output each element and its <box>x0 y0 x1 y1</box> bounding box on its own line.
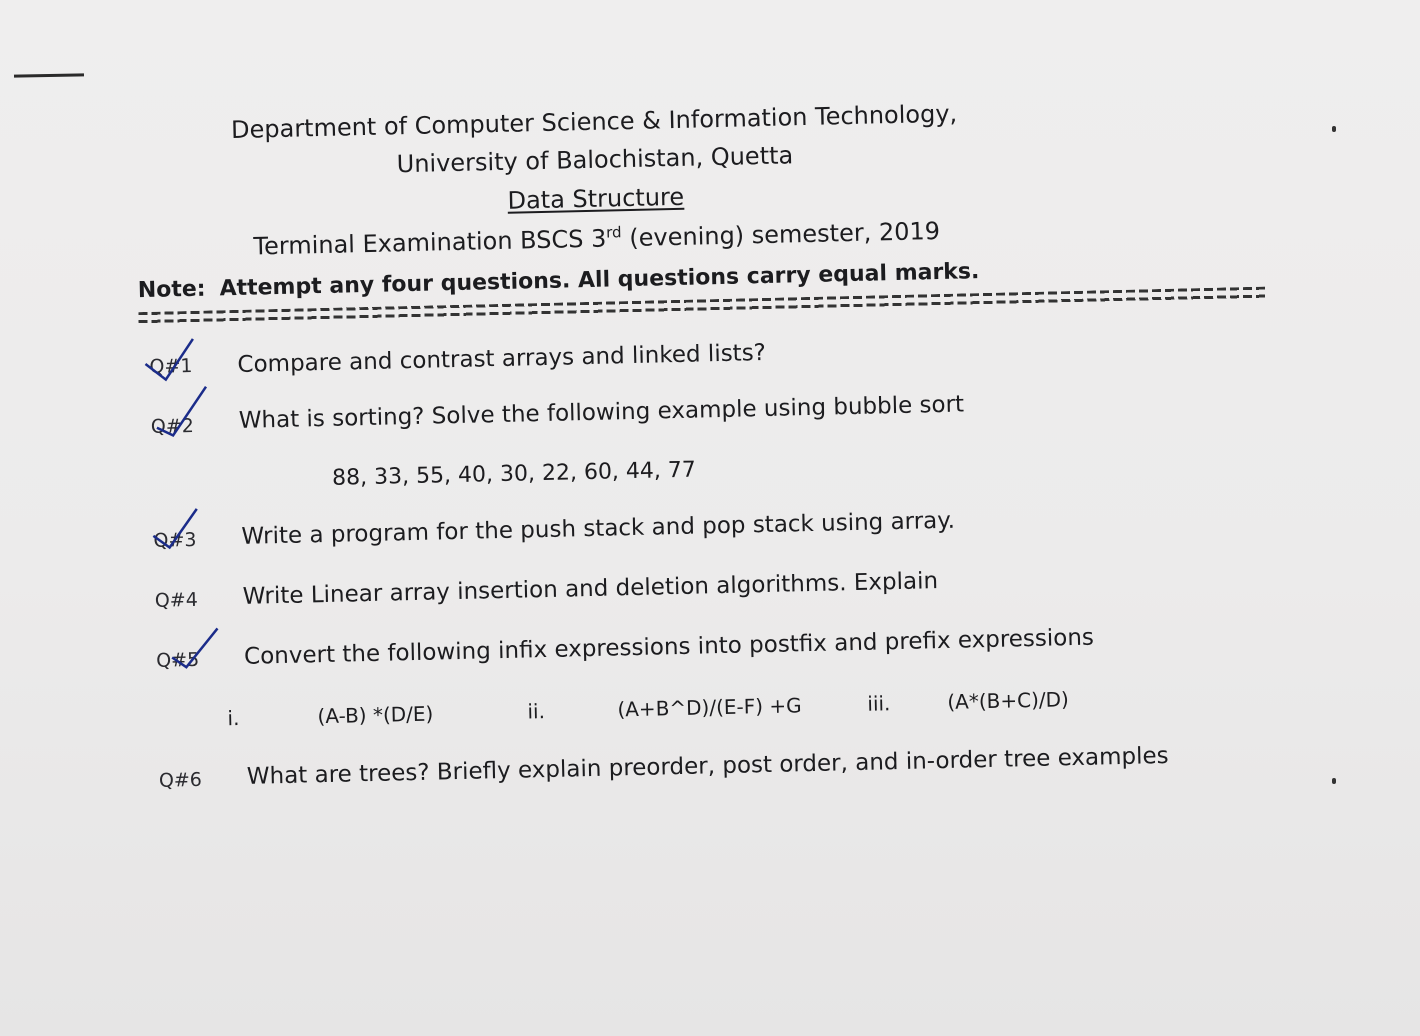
question-text: Write Linear array insertion and deletio… <box>242 568 939 610</box>
question-text: Write a program for the push stack and p… <box>241 507 956 550</box>
question-number: Q#3 <box>153 528 197 552</box>
question-text: What are trees? Briefly explain preorder… <box>246 742 1169 790</box>
question-number: Q#4 <box>154 588 199 612</box>
question-number: Q#2 <box>150 414 195 438</box>
question-text: What is sorting? Solve the following exa… <box>238 391 965 434</box>
exam-prefix: Terminal Examination BSCS 3 <box>253 224 607 261</box>
paper-background: Department of Computer Science & Informa… <box>0 0 1420 1036</box>
ink-speck <box>1332 778 1336 784</box>
question-number: Q#6 <box>158 768 203 792</box>
margin-mark <box>13 73 85 78</box>
infix-expression: (A*(B+C)/D) <box>947 687 1070 714</box>
expression-label: i. <box>227 705 240 731</box>
sort-sequence: 88, 33, 55, 40, 30, 22, 60, 44, 77 <box>331 457 697 491</box>
note-label: Note: <box>137 276 206 304</box>
infix-expression: (A-B) *(D/E) <box>317 701 434 729</box>
question-number: Q#5 <box>155 648 200 672</box>
exam-sheet: Department of Computer Science & Informa… <box>113 71 1329 838</box>
exam-suffix: (evening) semester, 2019 <box>621 216 941 253</box>
ink-speck <box>1332 126 1336 132</box>
expression-label: iii. <box>867 691 891 716</box>
subject-text: Data Structure <box>507 182 685 215</box>
infix-expression: (A+B^D)/(E-F) +G <box>617 693 802 722</box>
exam-title: Terminal Examination BSCS 3rd (evening) … <box>117 213 1077 264</box>
expression-label: ii. <box>527 699 546 724</box>
question-text: Compare and contrast arrays and linked l… <box>237 339 767 378</box>
exam-superscript: rd <box>605 223 622 242</box>
question-number: Q#1 <box>149 354 193 378</box>
question-text: Convert the following infix expressions … <box>243 624 1095 670</box>
